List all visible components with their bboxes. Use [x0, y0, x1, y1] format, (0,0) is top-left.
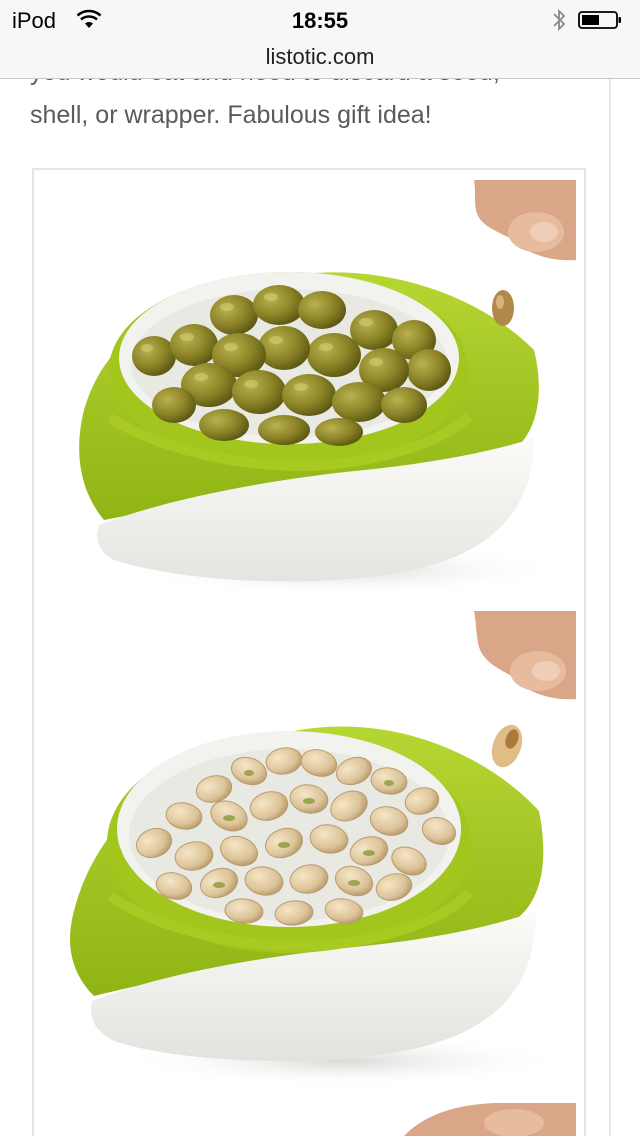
clock: 18:55 [291, 8, 349, 33]
status-bar: iPod 18:55 [0, 0, 640, 40]
page-content[interactable]: you would eat and need to discard a seed… [0, 0, 640, 1136]
product-photo-pistachios[interactable] [44, 611, 576, 1093]
battery-icon [578, 11, 622, 29]
content-divider [609, 78, 611, 1136]
bluetooth-icon [552, 7, 566, 33]
product-photo-next[interactable] [44, 1103, 576, 1136]
address-bar[interactable]: listotic.com [0, 40, 640, 79]
article-text: shell, or wrapper. Fabulous gift idea! [30, 101, 432, 129]
product-photo-olives[interactable] [44, 180, 576, 600]
url-text[interactable]: listotic.com [0, 44, 640, 70]
